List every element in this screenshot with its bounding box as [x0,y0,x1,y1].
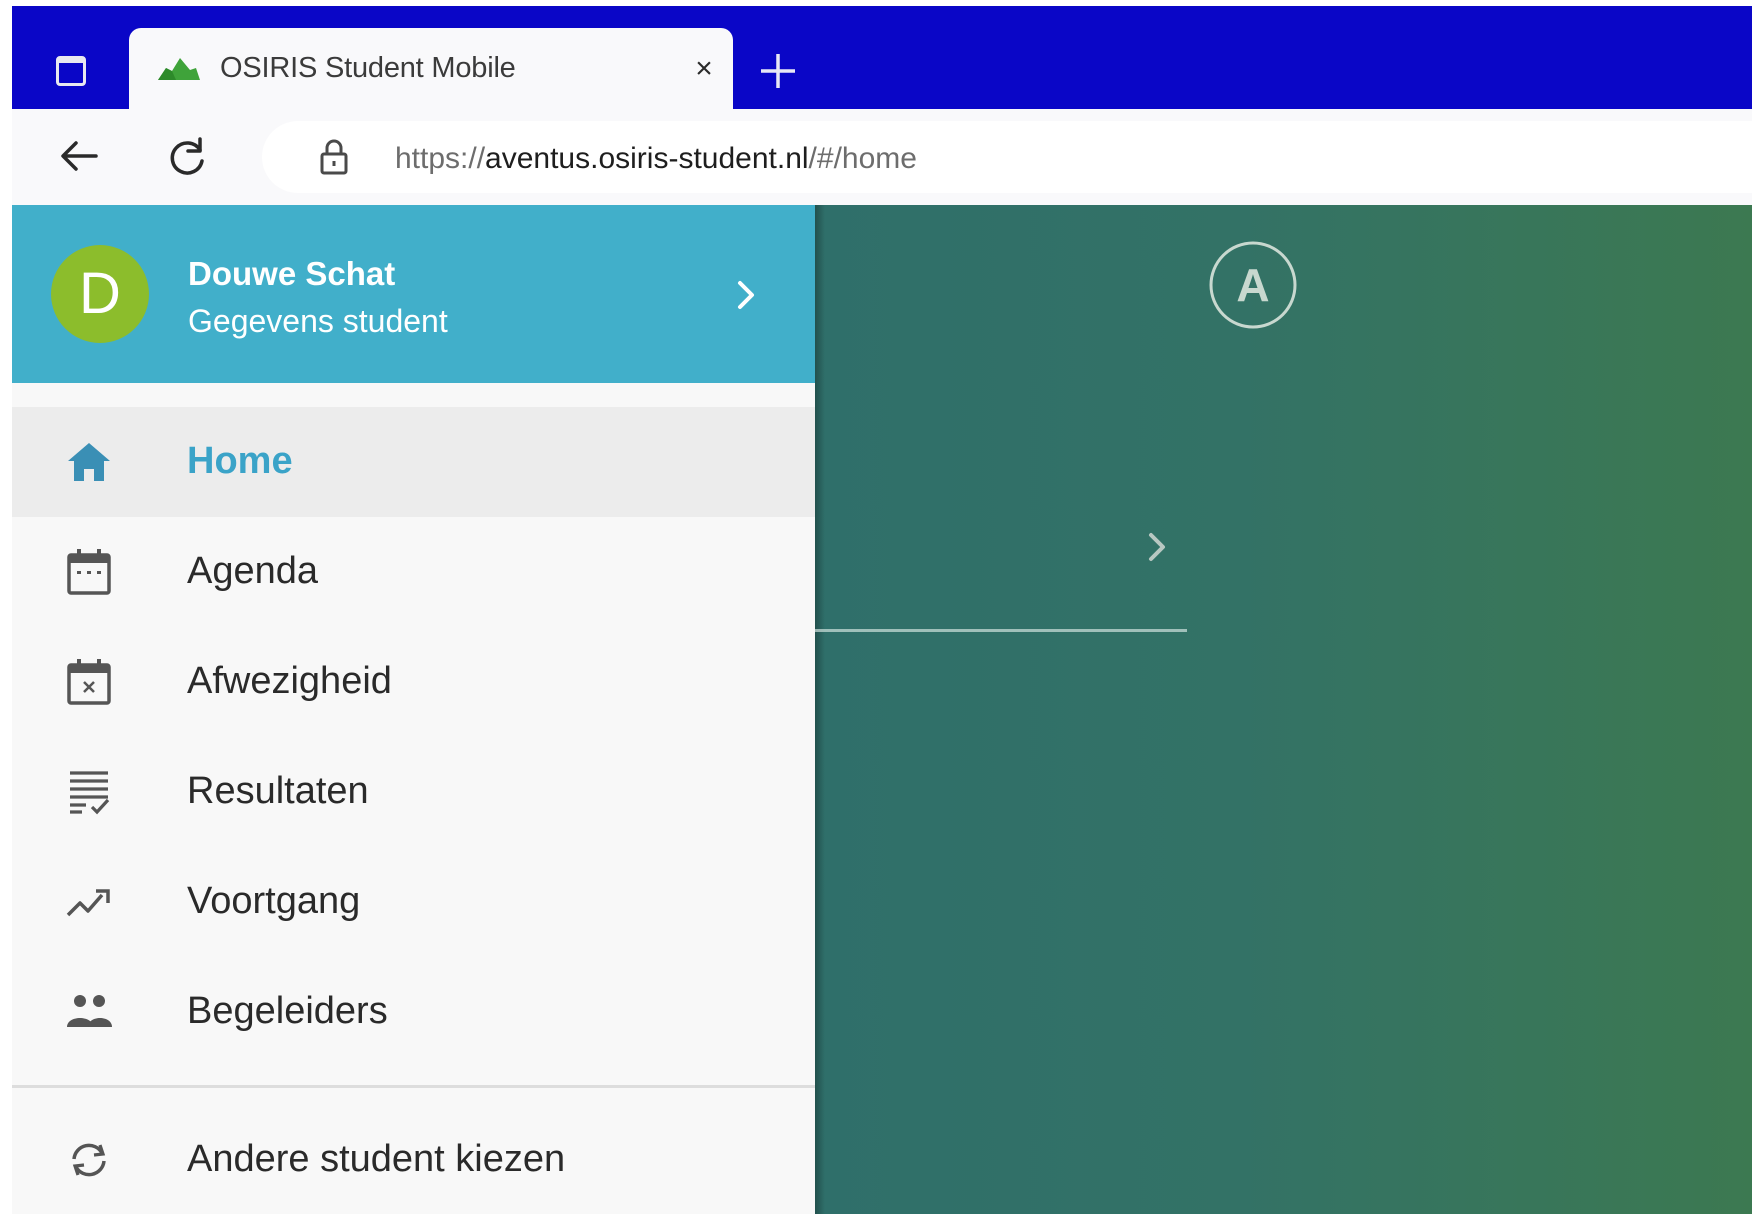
sidebar-item-label: Voortgang [187,880,361,922]
back-arrow-icon[interactable] [56,133,102,179]
plus-icon[interactable] [757,50,799,92]
drawer-shadow [815,205,825,1214]
trending-up-icon [66,889,110,917]
sidebar-item-label: Andere student kiezen [187,1138,566,1180]
content-area: A [815,205,1752,1214]
browser-tab[interactable]: OSIRIS Student Mobile × [129,28,733,109]
lock-icon[interactable] [319,138,349,176]
favicon-icon [158,58,200,80]
sidebar-item-label: Afwezigheid [187,660,392,702]
reload-icon[interactable] [164,133,210,179]
home-icon [68,443,110,481]
list-check-icon [70,771,110,815]
profile-subtitle: Gegevens student [188,303,448,339]
sidebar-item-voortgang[interactable]: Voortgang [12,847,815,957]
url-host: aventus.osiris-student.nl [485,142,809,175]
sidebar-item-label: Begeleiders [187,990,388,1032]
sidebar-item-home[interactable]: Home [12,407,815,517]
sidebar-item-begeleiders[interactable]: Begeleiders [12,957,815,1067]
address-bar[interactable]: https://aventus.osiris-student.nl/#/home [262,121,1752,193]
sidebar-item-label: Resultaten [187,770,369,812]
sidebar-item-label: Home [187,440,293,482]
url-prefix: https:// [395,142,486,175]
sidebar-item-resultaten[interactable]: Resultaten [12,737,815,847]
calendar-cancel-icon [67,659,111,705]
avatar: D [51,245,149,343]
page: D Douwe Schat Gegevens student Home Agen… [12,205,1752,1214]
side-drawer: D Douwe Schat Gegevens student Home Agen… [12,205,815,1214]
logo-letter: A [1236,259,1269,311]
divider [815,629,1187,632]
switch-icon [72,1143,106,1177]
profile-header[interactable]: D Douwe Schat Gegevens student [12,205,815,383]
browser-toolbar: https://aventus.osiris-student.nl/#/home [12,109,1752,205]
close-icon[interactable]: × [689,54,719,84]
browser-window: OSIRIS Student Mobile × https://aventus.… [12,6,1752,1214]
sidebar-item-afwezigheid[interactable]: Afwezigheid [12,627,815,737]
chevron-right-icon [738,281,754,309]
logo: A [1209,241,1297,329]
sidebar-item-agenda[interactable]: Agenda [12,517,815,627]
chevron-right-icon[interactable] [1143,527,1171,567]
profile-name: Douwe Schat [188,255,396,292]
tab-title: OSIRIS Student Mobile [220,52,516,84]
window-icon[interactable] [56,56,86,86]
sidebar-item-switch-student[interactable]: Andere student kiezen [12,1105,815,1214]
people-icon [67,995,112,1027]
url-text[interactable]: https://aventus.osiris-student.nl/#/home [395,142,917,176]
sidebar-item-label: Agenda [187,550,319,592]
divider [12,1085,815,1088]
tab-strip: OSIRIS Student Mobile × [12,6,1752,109]
url-path: /#/home [808,142,917,175]
calendar-icon [67,549,111,595]
